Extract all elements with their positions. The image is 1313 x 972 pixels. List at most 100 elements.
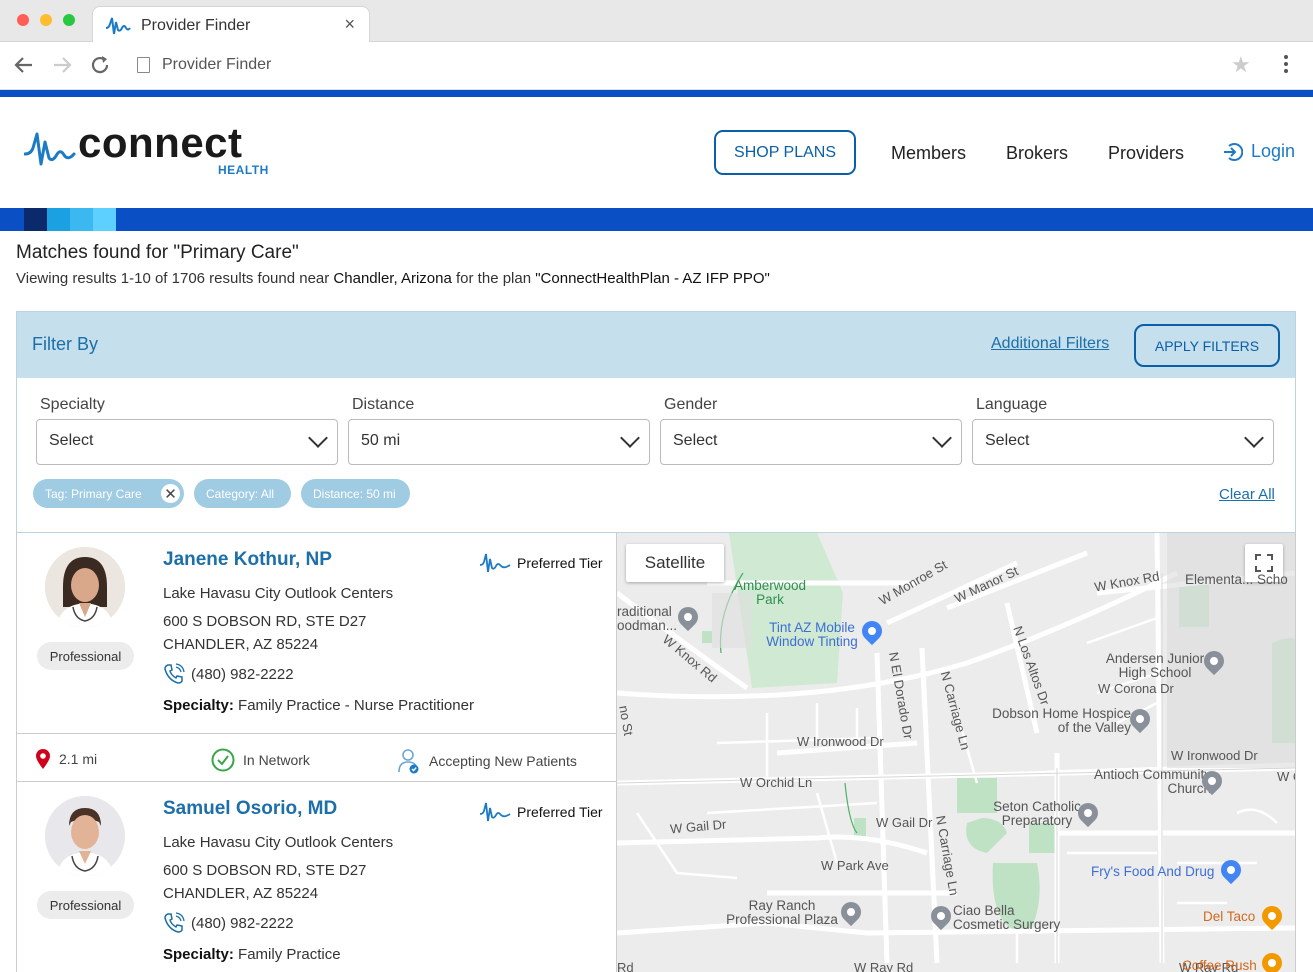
filter-title: Filter By xyxy=(32,334,99,354)
provider-stat-bar: 2.1 mi In Network Accepting New Patients xyxy=(17,733,616,782)
clear-all-link[interactable]: Clear All xyxy=(1219,486,1275,503)
select-value: Select xyxy=(49,432,94,449)
specialty-select[interactable]: Select xyxy=(36,419,338,465)
search-location: Chandler, Arizona xyxy=(333,270,452,287)
provider-phone[interactable]: (480) 982-2222 xyxy=(163,912,294,934)
accent-square xyxy=(70,208,93,231)
network-status: In Network xyxy=(243,752,310,768)
nav-providers[interactable]: Providers xyxy=(1108,143,1184,164)
place-coffee-rush[interactable]: Coffee Rush xyxy=(1182,959,1257,972)
accent-square xyxy=(93,208,116,231)
connect-logo-icon xyxy=(479,802,511,822)
remove-chip-icon[interactable]: ✕ xyxy=(161,484,180,503)
distance-filter: Distance 50 mi xyxy=(348,396,650,465)
browser-tab[interactable]: Provider Finder × xyxy=(92,6,370,43)
preferred-tier-badge: Preferred Tier xyxy=(479,801,603,823)
phone-icon xyxy=(164,912,185,933)
nav-members[interactable]: Members xyxy=(891,143,966,164)
phone-number: (480) 982-2222 xyxy=(191,665,294,683)
apply-filters-button[interactable]: APPLY FILTERS xyxy=(1134,324,1280,367)
provider-photo xyxy=(45,547,125,627)
language-label: Language xyxy=(976,396,1048,413)
provider-map[interactable]: Satellite W Monroe St W Manor St W Knox … xyxy=(617,533,1296,972)
filter-header: Filter By Additional Filters APPLY FILTE… xyxy=(17,312,1295,378)
logo-subtitle: HEALTH xyxy=(218,163,269,177)
page-document-icon xyxy=(137,57,150,73)
place-ray-ranch[interactable]: Ray Ranch Professional Plaza xyxy=(717,899,847,927)
chevron-down-icon xyxy=(1244,428,1264,448)
select-value: 50 mi xyxy=(361,432,401,449)
chip-label: Tag: Primary Care xyxy=(45,486,142,501)
results-summary: Viewing results 1-10 of 1706 results fou… xyxy=(16,270,770,287)
place-elementary[interactable]: Elementa... Scho xyxy=(1185,573,1288,587)
filter-chip-tag: Tag: Primary Care ✕ xyxy=(33,479,184,508)
reload-icon[interactable] xyxy=(89,54,111,82)
person-check-icon xyxy=(398,749,419,774)
chevron-down-icon xyxy=(932,428,952,448)
place-amberwood-park[interactable]: Amberwood Park xyxy=(730,579,810,607)
nav-brokers[interactable]: Brokers xyxy=(1006,143,1068,164)
minimize-window-button[interactable] xyxy=(40,14,52,26)
accepting-stat: Accepting New Patients xyxy=(397,748,577,774)
provider-address-line2: CHANDLER, AZ 85224 xyxy=(163,636,319,653)
check-circle-icon xyxy=(211,748,235,772)
preferred-tier-badge: Preferred Tier xyxy=(479,552,603,574)
connect-logo-icon xyxy=(24,132,76,166)
provider-organization: Lake Havasu City Outlook Centers xyxy=(163,834,394,851)
filter-panel: Filter By Additional Filters APPLY FILTE… xyxy=(16,311,1296,533)
gender-select[interactable]: Select xyxy=(660,419,962,465)
place-antioch[interactable]: Antioch Community Church xyxy=(1071,768,1211,796)
tier-label: Preferred Tier xyxy=(517,804,603,820)
place-traditional[interactable]: raditional oodman... xyxy=(617,605,681,633)
bookmark-star-icon[interactable]: ★ xyxy=(1231,52,1251,78)
header-top-stripe xyxy=(0,90,1313,97)
login-label: Login xyxy=(1251,141,1296,161)
plan-name: "ConnectHealthPlan - AZ IFP PPO" xyxy=(535,270,770,287)
tab-close-icon[interactable]: × xyxy=(344,14,355,35)
connect-logo-icon xyxy=(479,553,511,573)
browser-menu-icon[interactable] xyxy=(1280,52,1292,76)
provider-name[interactable]: Samuel Osorio, MD xyxy=(163,798,337,820)
provider-name[interactable]: Janene Kothur, NP xyxy=(163,549,332,571)
chevron-down-icon xyxy=(308,428,328,448)
chip-label: Distance: 50 mi xyxy=(313,486,396,501)
filter-chip-distance: Distance: 50 mi xyxy=(301,479,410,508)
address-bar: Provider Finder ★ xyxy=(0,42,1313,90)
provider-photo xyxy=(45,796,125,876)
distance-select[interactable]: 50 mi xyxy=(348,419,650,465)
additional-filters-link[interactable]: Additional Filters xyxy=(991,335,1109,353)
street-label: Rd xyxy=(617,960,634,972)
language-filter: Language Select xyxy=(972,396,1274,465)
forward-arrow-icon[interactable] xyxy=(51,54,73,82)
shop-plans-button[interactable]: SHOP PLANS xyxy=(714,130,856,175)
provider-card[interactable]: Professional Janene Kothur, NP Preferred… xyxy=(17,533,616,733)
close-window-button[interactable] xyxy=(17,14,29,26)
distance-value: 2.1 mi xyxy=(59,751,98,767)
provider-phone[interactable]: (480) 982-2222 xyxy=(163,663,294,685)
provider-address-line1: 600 S DOBSON RD, STE D27 xyxy=(163,613,367,630)
site-header: connect HEALTH SHOP PLANS Members Broker… xyxy=(0,97,1313,208)
street-label: W Park Ave xyxy=(821,858,889,873)
place-andersen[interactable]: Andersen Junior High School xyxy=(1095,652,1215,680)
back-arrow-icon[interactable] xyxy=(13,54,35,82)
login-icon xyxy=(1224,142,1243,161)
maximize-window-button[interactable] xyxy=(63,14,75,26)
provider-card[interactable]: Professional Samuel Osorio, MD Preferred… xyxy=(17,782,616,972)
logo-wordmark[interactable]: connect xyxy=(78,119,243,167)
connect-logo-icon xyxy=(105,17,131,35)
place-dobson-home[interactable]: Dobson Home Hospice of the Valley xyxy=(991,707,1131,735)
language-select[interactable]: Select xyxy=(972,419,1274,465)
specialty-label: Specialty: xyxy=(163,697,234,714)
place-frys[interactable]: Fry's Food And Drug xyxy=(1091,865,1214,879)
place-del-taco[interactable]: Del Taco xyxy=(1203,910,1255,924)
network-stat: In Network xyxy=(211,748,310,772)
url-field[interactable]: Provider Finder xyxy=(162,56,271,74)
login-link[interactable]: Login xyxy=(1223,141,1295,162)
specialty-label: Specialty: xyxy=(163,946,234,963)
place-tint-az[interactable]: Tint AZ Mobile Window Tinting xyxy=(757,621,867,649)
provider-address-line2: CHANDLER, AZ 85224 xyxy=(163,885,319,902)
satellite-toggle-button[interactable]: Satellite xyxy=(626,544,724,582)
accent-square xyxy=(47,208,70,231)
street-label: W Gail Dr xyxy=(876,815,933,830)
place-ciao-bella[interactable]: Ciao Bella Cosmetic Surgery xyxy=(953,904,1073,932)
